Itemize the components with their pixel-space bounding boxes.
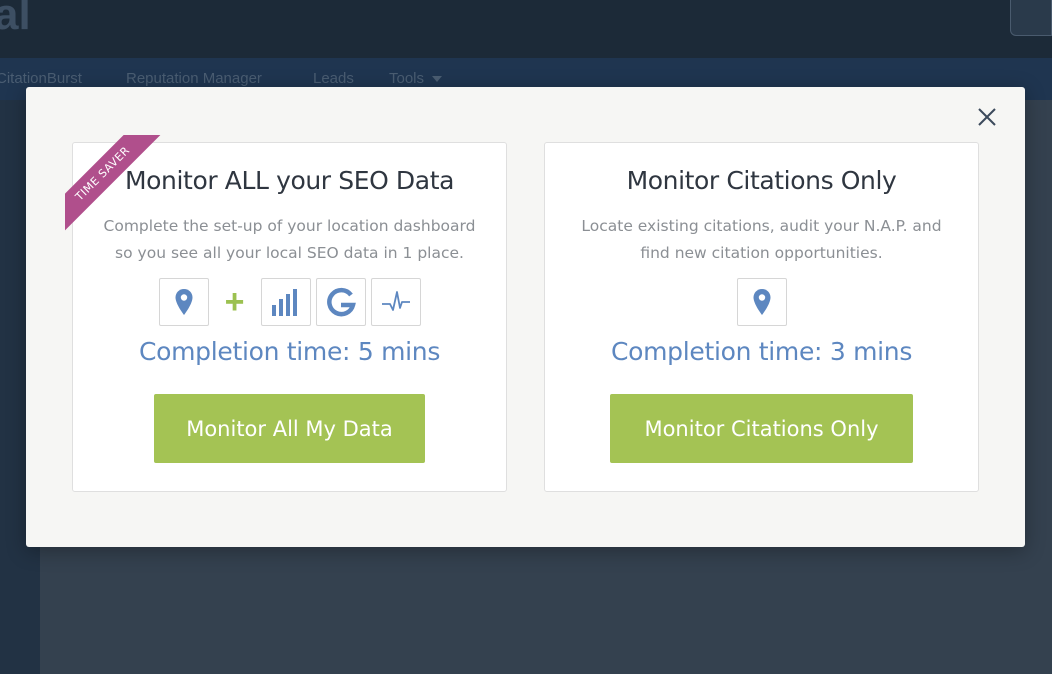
monitor-citations-only-button[interactable]: Monitor Citations Only [610,394,913,463]
monitor-all-card: TIME SAVER Monitor ALL your SEO Data Com… [65,135,507,492]
close-icon [978,108,996,126]
close-button[interactable] [975,105,999,129]
app-header: al [0,0,1052,58]
monitor-all-my-data-button[interactable]: Monitor All My Data [154,394,425,463]
card-title: Monitor Citations Only [626,166,897,195]
map-pin-icon [158,278,209,326]
feature-icons [545,278,978,326]
card-description: Complete the set-up of your location das… [103,217,476,262]
setup-modal: TIME SAVER Monitor ALL your SEO Data Com… [26,87,1025,547]
map-pin-icon [736,278,787,326]
app-logo[interactable]: al [0,0,31,40]
card-title: Monitor ALL your SEO Data [124,166,455,195]
nav-leads[interactable]: Leads [313,70,354,87]
feature-icons: + [73,278,506,326]
completion-time: Completion time: 3 mins [610,337,913,366]
nav-tools-label: Tools [389,70,425,87]
nav-reputation-manager[interactable]: Reputation Manager [126,70,262,87]
pulse-icon [370,278,421,326]
nav-tools[interactable]: Tools [389,70,443,87]
completion-time: Completion time: 5 mins [138,337,441,366]
google-icon [315,278,366,326]
monitor-citations-card: Monitor Citations Only Locate existing c… [544,142,979,492]
profile-avatar[interactable] [1010,0,1052,36]
bar-chart-icon [260,278,311,326]
plus-icon: + [224,283,245,321]
chevron-down-icon [432,76,443,83]
card-description: Locate existing citations, audit your N.… [581,217,942,262]
nav-citationburst[interactable]: CitationBurst [0,70,82,87]
